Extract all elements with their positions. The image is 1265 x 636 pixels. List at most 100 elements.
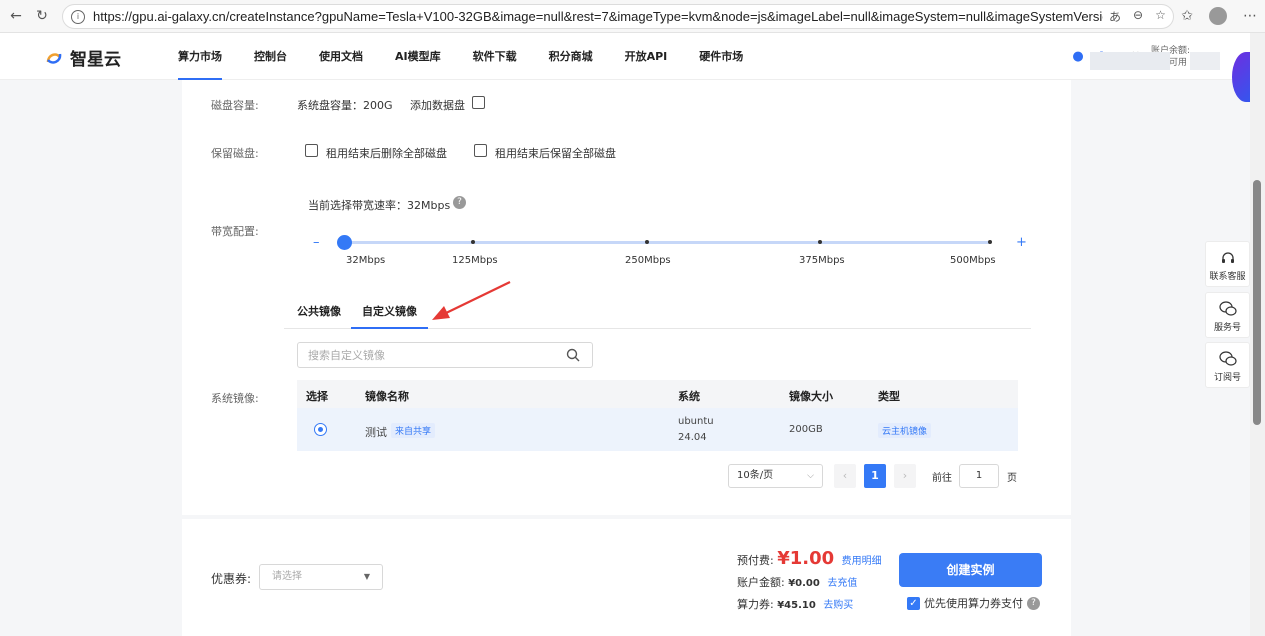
logo-text: 智星云 — [70, 50, 121, 69]
next-page-button[interactable]: › — [894, 464, 916, 488]
row-select-radio[interactable] — [314, 423, 327, 436]
image-table-header: 选择 镜像名称 系统 镜像大小 类型 — [297, 380, 1018, 408]
delete-disks-checkbox[interactable] — [305, 144, 318, 157]
current-page-button[interactable]: 1 — [864, 464, 886, 488]
slider-tick-label: 125Mbps — [452, 255, 498, 266]
widget-label: 联系客服 — [1209, 272, 1246, 282]
widget-label: 服务号 — [1213, 323, 1241, 333]
keep-disks-checkbox[interactable] — [474, 144, 487, 157]
bandwidth-increase-button[interactable]: + — [1016, 235, 1027, 250]
voucher-label: 算力券: — [737, 598, 774, 611]
keep-disk-label: 保留磁盘: — [211, 147, 259, 160]
scrollbar-thumb[interactable] — [1253, 180, 1261, 425]
help-icon[interactable]: ? — [1027, 596, 1040, 610]
wechat-icon — [1206, 343, 1249, 367]
page-size-select[interactable]: 10条/页 ⌵ — [728, 464, 823, 488]
slider-step-dot[interactable] — [645, 240, 649, 244]
help-icon[interactable]: ? — [453, 196, 466, 209]
page-suffix-label: 页 — [1007, 473, 1017, 484]
message-icon[interactable]: ● — [1072, 49, 1083, 64]
menu-hardware-market[interactable]: 硬件市场 — [699, 33, 743, 80]
address-bar[interactable]: i https://gpu.ai-galaxy.cn/createInstanc… — [62, 4, 1174, 29]
prefer-voucher-label: 优先使用算力券支付 — [924, 597, 1023, 610]
more-menu-icon[interactable]: ⋯ — [1243, 8, 1257, 24]
keep-disks-label[interactable]: 租用结束后保留全部磁盘 — [495, 145, 616, 161]
image-os: ubuntu — [678, 416, 714, 427]
coupon-select[interactable]: 请选择 ▼ — [259, 564, 383, 590]
image-type-tag: 云主机镜像 — [878, 423, 932, 438]
menu-compute-market[interactable]: 算力市场 — [178, 33, 222, 80]
system-image-label: 系统镜像: — [211, 392, 259, 405]
voucher-amount: ¥45.10 — [777, 600, 816, 611]
tab-custom-image[interactable]: 自定义镜像 — [351, 298, 428, 329]
chevron-down-icon: ⌵ — [807, 471, 814, 481]
buy-voucher-link[interactable]: 去购买 — [823, 600, 853, 611]
slider-step-dot[interactable] — [818, 240, 822, 244]
zoom-icon[interactable]: ⊖ — [1133, 8, 1143, 25]
widget-label: 订阅号 — [1213, 373, 1241, 383]
system-disk-capacity: 系统盘容量：200G — [297, 99, 393, 112]
slider-step-dot[interactable] — [471, 240, 475, 244]
fee-detail-link[interactable]: 费用明细 — [842, 556, 882, 567]
prefer-voucher-checkbox[interactable]: ✓ — [907, 596, 920, 610]
slider-tick-label: 500Mbps — [950, 255, 996, 266]
image-size: 200GB — [789, 424, 823, 435]
site-info-icon[interactable]: i — [71, 9, 85, 24]
subscription-account-widget[interactable]: 订阅号 — [1205, 342, 1250, 388]
prepay-row: 预付费: ¥1.00 费用明细 — [737, 548, 882, 569]
create-instance-button[interactable]: 创建实例 — [899, 553, 1042, 587]
col-select: 选择 — [306, 390, 328, 403]
page-size-value: 10条/页 — [737, 470, 774, 481]
menu-downloads[interactable]: 软件下载 — [473, 33, 517, 80]
menu-docs[interactable]: 使用文档 — [319, 33, 363, 80]
menu-points-mall[interactable]: 积分商城 — [549, 33, 593, 80]
coupon-placeholder: 请选择 — [272, 571, 302, 582]
prepay-amount: ¥1.00 — [777, 548, 835, 569]
table-row[interactable]: 测试 来自共享 ubuntu 24.04 200GB 云主机镜像 — [297, 408, 1018, 451]
slider-tick-label: 375Mbps — [799, 255, 845, 266]
prepay-label: 预付费: — [737, 554, 774, 567]
slider-step-dot[interactable] — [988, 240, 992, 244]
menu-console[interactable]: 控制台 — [254, 33, 287, 80]
shared-tag: 来自共享 — [391, 423, 436, 438]
browser-actions: ✩ ⋯ — [1181, 7, 1257, 25]
bandwidth-slider-track[interactable] — [344, 241, 990, 244]
bandwidth-label: 带宽配置: — [211, 225, 259, 238]
col-image-name: 镜像名称 — [365, 390, 409, 403]
image-os-version: 24.04 — [678, 432, 707, 443]
profile-avatar[interactable] — [1209, 7, 1227, 25]
bandwidth-decrease-button[interactable]: – — [313, 235, 320, 250]
menu-ai-models[interactable]: AI模型库 — [395, 33, 441, 80]
image-search-box[interactable] — [297, 342, 593, 368]
headset-icon — [1206, 242, 1249, 266]
favorites-icon[interactable]: ✩ — [1181, 8, 1193, 24]
bandwidth-slider-thumb[interactable] — [337, 235, 352, 250]
caret-down-icon: ▼ — [363, 572, 370, 581]
add-data-disk-checkbox[interactable] — [472, 96, 485, 109]
contact-support-widget[interactable]: 联系客服 — [1205, 241, 1250, 287]
recharge-link[interactable]: 去充值 — [827, 578, 857, 589]
col-image-size: 镜像大小 — [789, 390, 833, 403]
balance-row: 账户金额: ¥0.00 去充值 — [737, 574, 857, 590]
user-blurred — [1190, 52, 1220, 70]
image-search-input[interactable] — [298, 343, 548, 367]
tab-public-image[interactable]: 公共镜像 — [297, 298, 341, 329]
search-icon[interactable] — [566, 348, 580, 362]
image-name: 测试 — [365, 426, 387, 439]
menu-open-api[interactable]: 开放API — [625, 33, 668, 80]
translate-icon[interactable]: あ — [1109, 8, 1121, 25]
delete-disks-label[interactable]: 租用结束后删除全部磁盘 — [326, 145, 447, 161]
coupon-label: 优惠券: — [211, 572, 252, 586]
back-icon[interactable]: ← — [6, 6, 26, 26]
current-bandwidth: 当前选择带宽速率：32Mbps — [308, 199, 451, 212]
url-text[interactable]: https://gpu.ai-galaxy.cn/createInstance?… — [93, 9, 1103, 24]
service-account-widget[interactable]: 服务号 — [1205, 292, 1250, 338]
favorite-star-icon[interactable]: ☆ — [1155, 8, 1166, 25]
logo[interactable]: 智星云 — [44, 45, 121, 70]
goto-page-input[interactable]: 1 — [959, 464, 999, 488]
reload-icon[interactable]: ↻ — [32, 6, 52, 26]
prefer-voucher-option[interactable]: ✓ 优先使用算力券支付 ? — [907, 595, 1040, 611]
main-menu: 算力市场 控制台 使用文档 AI模型库 软件下载 积分商城 开放API 硬件市场 — [178, 33, 775, 80]
prev-page-button[interactable]: ‹ — [834, 464, 856, 488]
goto-label: 前往 — [932, 473, 952, 484]
